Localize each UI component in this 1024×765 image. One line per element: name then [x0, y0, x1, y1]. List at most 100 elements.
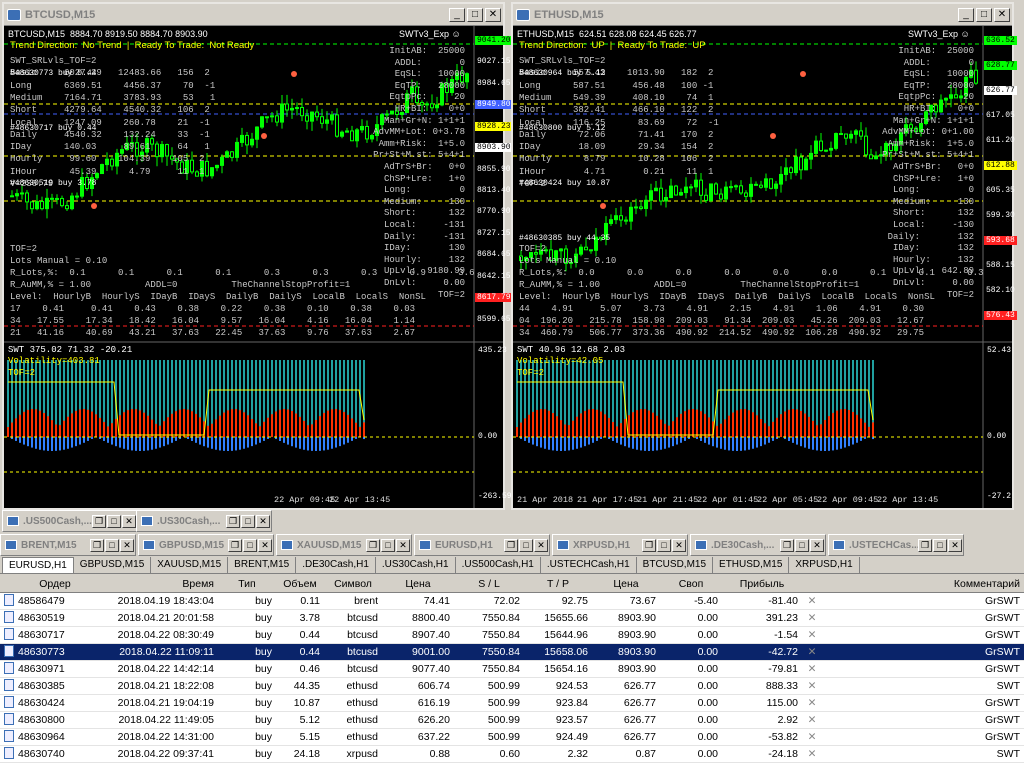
close-order-icon[interactable]: ✕ [802, 593, 822, 609]
column-header[interactable]: Комментарий [822, 576, 1024, 592]
minimized-window[interactable]: XAUUSD,M15 ❐ □ ✕ [276, 534, 412, 556]
maximize-button[interactable]: □ [243, 538, 257, 552]
close-order-icon[interactable]: ✕ [802, 644, 822, 660]
table-row[interactable]: 48586479 2018.04.19 18:43:04 buy 0.11 brent 7… [0, 593, 1024, 610]
table-row[interactable]: 48630519 2018.04.21 20:01:58 buy 3.78 btcusd… [0, 610, 1024, 627]
close-button[interactable]: ✕ [256, 514, 270, 528]
window-titlebar[interactable]: BTCUSD,M15 _ □ ✕ [4, 4, 503, 26]
cell-text: -81.40 [768, 595, 798, 607]
column-header[interactable]: T / P [524, 576, 592, 592]
table-row[interactable]: 48630717 2018.04.22 08:30:49 buy 0.44 btcusd… [0, 627, 1024, 644]
chart-tab[interactable]: .DE30Cash,H1 [296, 557, 376, 573]
close-order-icon[interactable]: ✕ [802, 661, 822, 677]
price-label: 8949.80 [475, 100, 513, 110]
minimized-window[interactable]: .DE30Cash,... ❐ □ ✕ [690, 534, 826, 556]
close-button[interactable]: ✕ [672, 538, 686, 552]
restore-button[interactable]: ❐ [228, 538, 242, 552]
minimized-window[interactable]: .USTECHCas... ❐ □ ✕ [828, 534, 964, 556]
close-order-icon[interactable]: ✕ [802, 678, 822, 694]
close-button[interactable]: ✕ [396, 538, 410, 552]
table-row[interactable]: 48630964 2018.04.22 14:31:00 buy 5.15 ethusd… [0, 729, 1024, 746]
minimized-window[interactable]: BRENT,M15 ❐ □ ✕ [0, 534, 136, 556]
chart-tab[interactable]: EURUSD,H1 [2, 557, 74, 573]
maximize-button[interactable]: □ [795, 538, 809, 552]
chart-tab[interactable]: .US500Cash,H1 [456, 557, 541, 573]
chart-tab[interactable]: XRPUSD,H1 [789, 557, 860, 573]
chart-tab[interactable]: ETHUSD,M15 [713, 557, 790, 573]
close-button[interactable]: ✕ [122, 514, 136, 528]
restore-button[interactable]: ❐ [918, 538, 932, 552]
table-row[interactable]: 48630773 2018.04.22 11:09:11 buy 0.44 btcusd… [0, 644, 1024, 661]
restore-button[interactable]: ❐ [366, 538, 380, 552]
minimized-window[interactable]: XRPUSD,H1 ❐ □ ✕ [552, 534, 688, 556]
chart-tab[interactable]: BRENT,M15 [228, 557, 297, 573]
chart-tab[interactable]: BTCUSD,M15 [637, 557, 714, 573]
close-order-icon[interactable]: ✕ [802, 712, 822, 728]
minimize-button[interactable]: _ [449, 7, 465, 22]
close-order-icon[interactable]: ✕ [802, 627, 822, 643]
minimized-window[interactable]: EURUSD,H1 ❐ □ ✕ [414, 534, 550, 556]
restore-button[interactable]: ❐ [92, 514, 106, 528]
order-icon [4, 628, 14, 640]
chart-window-btcusd[interactable]: BTCUSD,M15 _ □ ✕ BTCUSD,M15 8884.70 8919… [2, 2, 513, 510]
column-header[interactable] [802, 576, 822, 592]
close-order-icon[interactable]: ✕ [802, 695, 822, 711]
minimized-window[interactable]: GBPUSD,M15 ❐ □ ✕ [138, 534, 274, 556]
minimize-button[interactable]: _ [958, 7, 974, 22]
candle-body [744, 192, 748, 197]
candle-body [280, 103, 284, 123]
table-row[interactable]: 48630800 2018.04.22 11:49:05 buy 5.12 ethusd… [0, 712, 1024, 729]
column-header[interactable]: Цена [592, 576, 660, 592]
close-order-icon[interactable]: ✕ [802, 610, 822, 626]
table-cell: 923.84 [524, 695, 592, 711]
chart-tab[interactable]: GBPUSD,M15 [74, 557, 152, 573]
maximize-button[interactable]: □ [241, 514, 255, 528]
table-row[interactable]: 48630740 2018.04.22 09:37:41 buy 24.18 xrpus… [0, 746, 1024, 763]
restore-button[interactable]: ❐ [504, 538, 518, 552]
restore-button[interactable]: ❐ [90, 538, 104, 552]
chart-tab[interactable]: XAUUSD,M15 [151, 557, 229, 573]
column-header[interactable]: Объем [276, 576, 324, 592]
close-order-icon[interactable]: ✕ [802, 746, 822, 762]
restore-button[interactable]: ❐ [642, 538, 656, 552]
close-button[interactable]: ✕ [810, 538, 824, 552]
chart-tab[interactable]: .USTECHCash,H1 [541, 557, 637, 573]
close-order-icon[interactable]: ✕ [802, 729, 822, 745]
table-row[interactable]: 48630385 2018.04.21 18:22:08 buy 44.35 ethus… [0, 678, 1024, 695]
maximize-button[interactable]: □ [976, 7, 992, 22]
maximize-button[interactable]: □ [381, 538, 395, 552]
maximize-button[interactable]: □ [105, 538, 119, 552]
restore-button[interactable]: ❐ [780, 538, 794, 552]
chart-window-ethusd[interactable]: ETHUSD,M15 _ □ ✕ ETHUSD,M15 624.51 628.0… [511, 2, 1017, 510]
close-button[interactable]: ✕ [120, 538, 134, 552]
window-titlebar[interactable]: ETHUSD,M15 _ □ ✕ [513, 4, 1012, 26]
maximize-button[interactable]: □ [467, 7, 483, 22]
column-header[interactable]: Своп [660, 576, 722, 592]
column-header[interactable]: Ордер [0, 576, 110, 592]
table-row[interactable]: 48630424 2018.04.21 19:04:19 buy 10.87 ethus… [0, 695, 1024, 712]
close-button[interactable]: ✕ [994, 7, 1010, 22]
column-header[interactable]: Цена [382, 576, 454, 592]
close-button[interactable]: ✕ [258, 538, 272, 552]
restore-button[interactable]: ❐ [226, 514, 240, 528]
close-button[interactable]: ✕ [948, 538, 962, 552]
chart-tab[interactable]: .US30Cash,H1 [376, 557, 456, 573]
column-header[interactable]: Прибыль [722, 576, 802, 592]
close-button[interactable]: ✕ [485, 7, 501, 22]
minimized-window[interactable]: .US30Cash,... ❐ □ ✕ [136, 510, 272, 532]
close-button[interactable]: ✕ [534, 538, 548, 552]
minimized-window[interactable]: .US500Cash,... ❐ □ ✕ [2, 510, 138, 532]
price-chart[interactable]: ETHUSD,M15 624.51 628.08 624.45 626.77 SW… [513, 26, 1017, 508]
maximize-button[interactable]: □ [519, 538, 533, 552]
minimized-window-title: XRPUSD,H1 [573, 539, 631, 551]
column-header[interactable]: Время [110, 576, 218, 592]
column-header[interactable]: Символ [324, 576, 382, 592]
table-row[interactable]: 48630971 2018.04.22 14:42:14 buy 0.46 btcusd… [0, 661, 1024, 678]
maximize-button[interactable]: □ [657, 538, 671, 552]
column-header[interactable]: S / L [454, 576, 524, 592]
maximize-button[interactable]: □ [107, 514, 121, 528]
cell-text: 24.18 [293, 748, 320, 760]
maximize-button[interactable]: □ [933, 538, 947, 552]
price-chart[interactable]: BTCUSD,M15 8884.70 8919.50 8884.70 8903.… [4, 26, 513, 508]
column-header[interactable]: Тип [218, 576, 276, 592]
